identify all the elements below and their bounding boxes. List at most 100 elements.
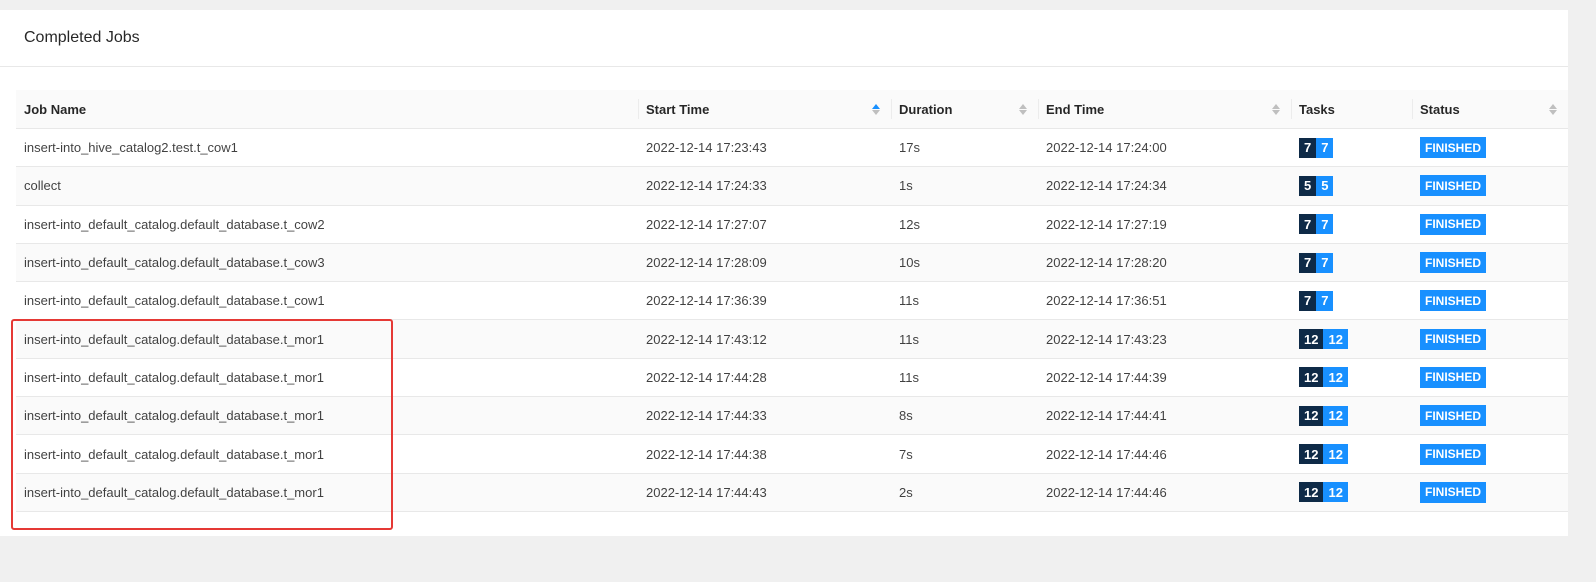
status-cell: FINISHED <box>1412 473 1568 512</box>
column-divider <box>638 99 639 119</box>
card-title: Completed Jobs <box>24 29 140 46</box>
column-divider <box>1412 99 1413 119</box>
tasks-cell: 12 12 <box>1291 358 1412 398</box>
column-header-job-name: Job Name <box>16 90 638 129</box>
table-row[interactable]: collect 2022-12-14 17:24:33 1s 2022-12-1… <box>16 166 1568 206</box>
job-name-cell: collect <box>16 166 638 206</box>
start-time-cell: 2022-12-14 17:44:33 <box>638 396 891 436</box>
column-header-duration[interactable]: Duration <box>891 90 1038 129</box>
job-name-cell: insert-into_default_catalog.default_data… <box>16 358 638 398</box>
tasks-finished: 7 <box>1316 137 1334 158</box>
status-badge: FINISHED <box>1420 443 1487 465</box>
tasks-cell: 77 <box>1291 243 1412 283</box>
column-header-status[interactable]: Status <box>1412 90 1568 129</box>
table-row[interactable]: insert-into_hive_catalog2.test.t_cow1 20… <box>16 128 1568 168</box>
completed-jobs-card: Completed Jobs Job Name Start Time Durat… <box>0 10 1568 536</box>
column-header-start-time[interactable]: Start Time <box>638 90 891 129</box>
duration-cell: 10s <box>891 243 1038 283</box>
table-row[interactable]: insert-into_default_catalog.default_data… <box>16 434 1568 474</box>
table-row[interactable]: insert-into_default_catalog.default_data… <box>16 319 1568 359</box>
duration-cell: 11s <box>891 319 1038 359</box>
status-cell: FINISHED <box>1412 166 1568 206</box>
column-divider <box>1291 99 1292 119</box>
table-row[interactable]: insert-into_default_catalog.default_data… <box>16 281 1568 321</box>
column-label: Job Name <box>24 101 87 117</box>
duration-cell: 7s <box>891 434 1038 474</box>
column-header-end-time[interactable]: End Time <box>1038 90 1291 129</box>
end-time-cell: 2022-12-14 17:44:41 <box>1038 396 1291 436</box>
end-time-cell: 2022-12-14 17:27:19 <box>1038 205 1291 244</box>
sort-ascending-active-icon[interactable] <box>871 103 881 115</box>
tasks-cell: 77 <box>1291 281 1412 321</box>
tasks-finished: 12 <box>1323 405 1348 426</box>
job-name-cell: insert-into_default_catalog.default_data… <box>16 396 638 436</box>
status-badge: FINISHED <box>1420 252 1487 274</box>
tasks-cell: 12 12 <box>1291 396 1412 436</box>
status-badge: FINISHED <box>1420 405 1487 427</box>
column-divider <box>891 99 892 119</box>
start-time-cell: 2022-12-14 17:44:38 <box>638 434 891 474</box>
status-badge: FINISHED <box>1420 366 1487 388</box>
sort-icon[interactable] <box>1018 103 1028 115</box>
table-row[interactable]: insert-into_default_catalog.default_data… <box>16 205 1568 244</box>
status-cell: FINISHED <box>1412 396 1568 436</box>
card-header: Completed Jobs <box>0 10 1568 67</box>
tasks-total: 12 <box>1299 329 1324 350</box>
start-time-cell: 2022-12-14 17:23:43 <box>638 128 891 168</box>
end-time-cell: 2022-12-14 17:24:34 <box>1038 166 1291 206</box>
column-label: End Time <box>1046 101 1105 117</box>
column-label: Status <box>1420 101 1460 117</box>
tasks-finished: 7 <box>1316 290 1334 311</box>
start-time-cell: 2022-12-14 17:43:12 <box>638 319 891 359</box>
duration-cell: 1s <box>891 166 1038 206</box>
status-cell: FINISHED <box>1412 434 1568 474</box>
job-name-cell: insert-into_hive_catalog2.test.t_cow1 <box>16 128 638 168</box>
end-time-cell: 2022-12-14 17:24:00 <box>1038 128 1291 168</box>
end-time-cell: 2022-12-14 17:28:20 <box>1038 243 1291 283</box>
tasks-total: 12 <box>1299 444 1324 465</box>
tasks-total: 7 <box>1299 290 1317 311</box>
jobs-table-wrapper: Job Name Start Time Duration End Time Ta… <box>16 90 1568 512</box>
duration-cell: 17s <box>891 128 1038 168</box>
tasks-badge: 12 12 <box>1299 405 1348 426</box>
tasks-cell: 12 12 <box>1291 319 1412 359</box>
tasks-badge: 55 <box>1299 175 1334 196</box>
tasks-badge: 12 12 <box>1299 482 1348 503</box>
end-time-cell: 2022-12-14 17:44:46 <box>1038 434 1291 474</box>
tasks-cell: 12 12 <box>1291 434 1412 474</box>
end-time-cell: 2022-12-14 17:43:23 <box>1038 319 1291 359</box>
tasks-badge: 12 12 <box>1299 444 1348 465</box>
duration-cell: 8s <box>891 396 1038 436</box>
tasks-total: 7 <box>1299 252 1317 273</box>
status-badge: FINISHED <box>1420 328 1487 350</box>
table-row[interactable]: insert-into_default_catalog.default_data… <box>16 473 1568 512</box>
job-name-cell: insert-into_default_catalog.default_data… <box>16 205 638 244</box>
tasks-total: 7 <box>1299 214 1317 235</box>
job-name-cell: insert-into_default_catalog.default_data… <box>16 319 638 359</box>
tasks-finished: 12 <box>1323 329 1348 350</box>
tasks-total: 12 <box>1299 367 1324 388</box>
sort-icon[interactable] <box>1271 103 1281 115</box>
table-row[interactable]: insert-into_default_catalog.default_data… <box>16 396 1568 436</box>
status-cell: FINISHED <box>1412 319 1568 359</box>
start-time-cell: 2022-12-14 17:36:39 <box>638 281 891 321</box>
tasks-finished: 5 <box>1316 175 1334 196</box>
table-row[interactable]: insert-into_default_catalog.default_data… <box>16 243 1568 283</box>
status-cell: FINISHED <box>1412 281 1568 321</box>
status-badge: FINISHED <box>1420 290 1487 312</box>
start-time-cell: 2022-12-14 17:44:43 <box>638 473 891 512</box>
sort-icon[interactable] <box>1548 103 1558 115</box>
jobs-table: Job Name Start Time Duration End Time Ta… <box>16 90 1568 512</box>
start-time-cell: 2022-12-14 17:28:09 <box>638 243 891 283</box>
tasks-badge: 77 <box>1299 290 1334 311</box>
table-header-row: Job Name Start Time Duration End Time Ta… <box>16 90 1568 129</box>
tasks-total: 12 <box>1299 405 1324 426</box>
status-cell: FINISHED <box>1412 128 1568 168</box>
table-row[interactable]: insert-into_default_catalog.default_data… <box>16 358 1568 398</box>
column-label: Start Time <box>646 101 710 117</box>
status-badge: FINISHED <box>1420 137 1487 159</box>
tasks-finished: 7 <box>1316 214 1334 235</box>
tasks-finished: 12 <box>1323 444 1348 465</box>
start-time-cell: 2022-12-14 17:27:07 <box>638 205 891 244</box>
duration-cell: 2s <box>891 473 1038 512</box>
